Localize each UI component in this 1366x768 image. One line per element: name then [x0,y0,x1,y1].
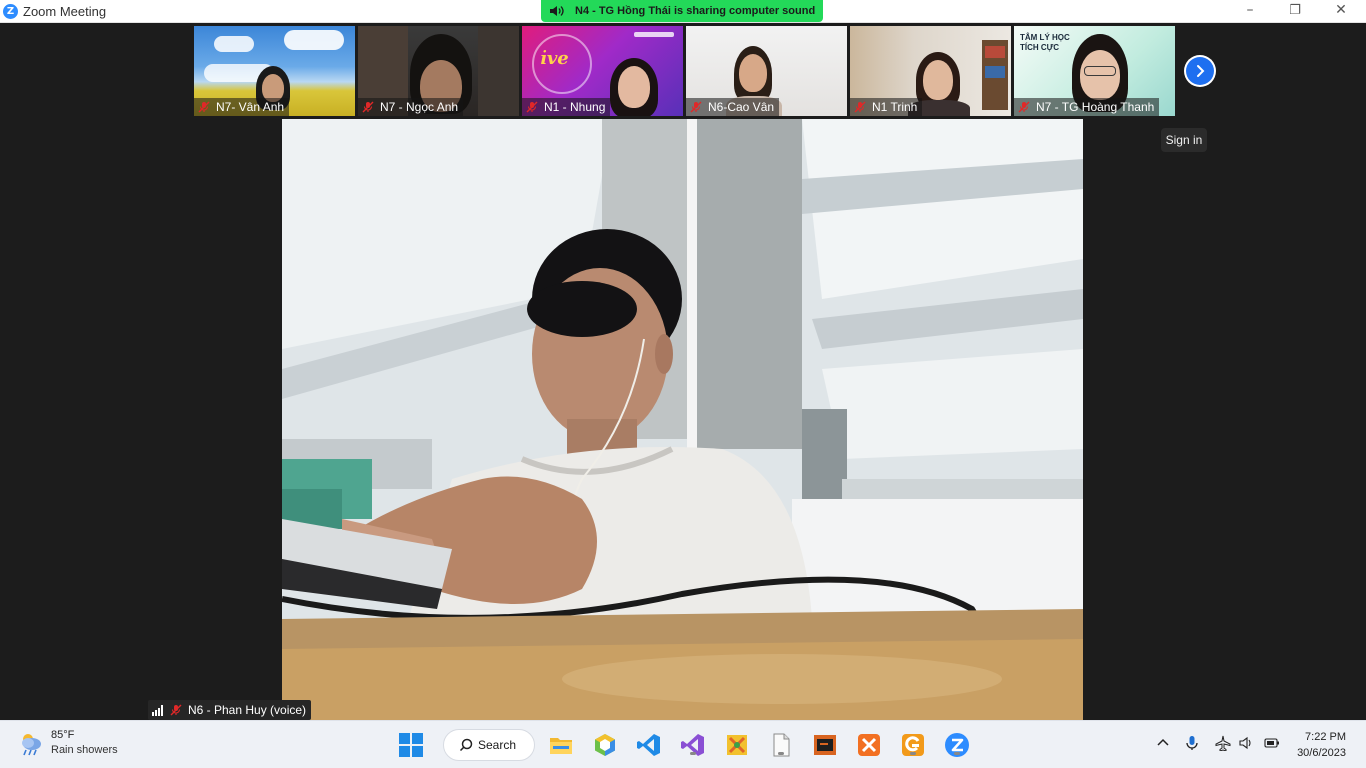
weather-temperature: 85°F [51,729,75,741]
microphone-icon [1186,736,1198,750]
app-tools-button[interactable] [724,732,750,758]
xampp-icon [858,734,880,756]
participant-tile[interactable]: N6-Cao Vân [686,26,847,116]
speaker-volume-icon [1239,736,1251,750]
title-bar: Zoom Meeting N4 - TG Hồng Thái is sharin… [0,0,1366,23]
weather-description: Rain showers [51,744,118,756]
microphone-tray-button[interactable] [1185,735,1199,754]
pdf-app-button[interactable] [900,732,926,758]
terminal-icon [814,735,836,755]
battery-icon [1264,738,1279,748]
sharing-sound-banner[interactable]: N4 - TG Hồng Thái is sharing computer so… [541,0,823,22]
app-hexagon-button[interactable] [592,732,618,758]
taskbar-search[interactable]: Search [443,729,535,761]
muted-mic-icon [690,101,702,113]
tools-app-icon [727,735,747,755]
muted-mic-icon [526,101,538,113]
participant-tile[interactable]: N1 Trinh [850,26,1011,116]
file-explorer-button[interactable] [548,732,574,758]
muted-mic-icon [362,101,374,113]
participant-tile[interactable]: ı̇ve N1 - Nhung [522,26,683,116]
participant-name: N1 Trinh [872,100,918,114]
background-text-line: TÂM LÝ HỌC [1020,33,1070,42]
windows-logo-icon [399,733,423,757]
muted-mic-icon [198,101,210,113]
participant-tile[interactable]: N7 - Ngọc Anh [358,26,519,116]
zoom-logo-icon [3,4,18,19]
xampp-button[interactable] [856,732,882,758]
search-label: Search [478,738,517,752]
visual-studio-button[interactable] [680,732,706,758]
participant-name: N7 - TG Hoàng Thanh [1036,100,1155,114]
chevron-up-icon [1157,738,1169,746]
clock-date: 30/6/2023 [1297,747,1346,759]
battery-tray-button[interactable] [1264,735,1280,754]
participant-strip: N7- Vân Anh N7 - Ngọc Anh ı̇ve N1 - Nhun… [194,26,1175,116]
chevron-right-icon [1197,65,1205,77]
next-page-button[interactable] [1184,55,1216,87]
speaker-icon [549,4,565,18]
sign-in-button[interactable]: Sign in [1161,128,1207,152]
participant-name: N1 - Nhung [544,100,606,114]
signal-strength-icon [152,704,163,716]
vscode-icon [637,734,660,756]
clock-time: 7:22 PM [1305,731,1346,743]
close-button[interactable]: ✕ [1318,0,1364,23]
volume-tray-button[interactable] [1239,735,1255,754]
meeting-area: N7- Vân Anh N7 - Ngọc Anh ı̇ve N1 - Nhun… [0,23,1366,720]
taskbar: 85°F Rain showers Search 7:22 PM 30/6/20… [0,720,1366,768]
search-icon [459,738,473,752]
minimize-button[interactable]: – [1227,0,1273,23]
weather-widget[interactable]: 85°F Rain showers [18,728,118,758]
active-speaker-name: N6 - Phan Huy (voice) [188,703,307,717]
folder-icon [550,738,572,754]
restore-button[interactable]: ❐ [1272,0,1318,23]
rain-cloud-icon [18,730,44,756]
sharing-banner-text: N4 - TG Hồng Thái is sharing computer so… [575,5,816,17]
system-clock[interactable]: 7:22 PM 30/6/2023 [1282,729,1362,761]
muted-mic-icon [854,101,866,113]
participant-name: N6-Cao Vân [708,100,775,114]
muted-mic-icon [170,704,182,716]
window-title: Zoom Meeting [23,4,107,19]
zoom-taskbar-button[interactable] [944,732,970,758]
start-button[interactable] [398,732,424,758]
vscode-button[interactable] [636,732,662,758]
background-text-line: TÍCH CỰC [1020,43,1060,52]
participant-tile[interactable]: TÂM LÝ HỌC TÍCH CỰC N7 - TG Hoàng Thanh [1014,26,1175,116]
active-speaker-video [282,119,1083,720]
hexagon-app-icon [595,734,615,756]
terminal-app-button[interactable] [812,732,838,758]
participant-tile[interactable]: N7- Vân Anh [194,26,355,116]
network-tray-button[interactable] [1215,735,1231,754]
muted-mic-icon [1018,101,1030,113]
participant-name: N7- Vân Anh [216,100,285,114]
notepad-button[interactable] [768,732,794,758]
active-speaker-label: N6 - Phan Huy (voice) [148,700,312,720]
tray-overflow-button[interactable] [1156,735,1170,752]
airplane-mode-icon [1215,735,1231,752]
participant-name: N7 - Ngọc Anh [380,100,459,114]
